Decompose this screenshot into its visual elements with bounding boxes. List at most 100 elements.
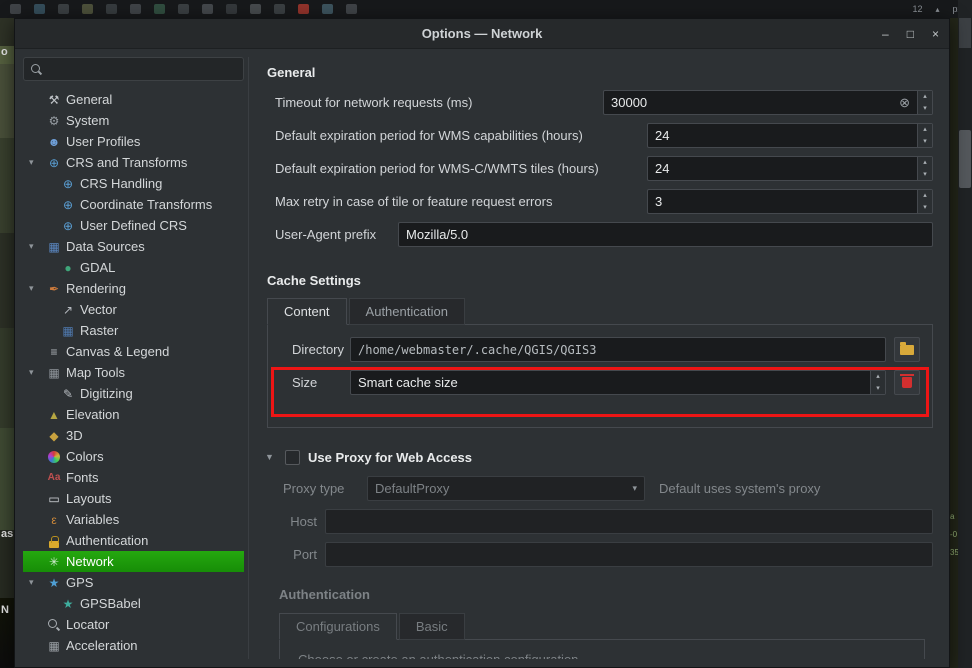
user-agent-input[interactable]: Mozilla/5.0 [398,222,933,247]
toolbar-icon[interactable] [178,4,189,14]
scroll-button[interactable] [959,18,971,48]
close-button[interactable]: × [932,27,939,41]
cache-tabbar: Content Authentication [267,298,933,325]
max-retry-input[interactable]: 3 ▴▾ [647,189,933,214]
lock-icon [45,533,63,549]
toolbar-icon[interactable] [202,4,213,14]
expander-arrow-icon[interactable]: ▾ [29,577,45,588]
cache-size-combo[interactable]: Smart cache size ▴▾ [350,370,886,395]
sidebar-item-colors[interactable]: Colors [23,446,244,467]
tab-authentication[interactable]: Authentication [349,298,465,325]
auth-heading: Authentication [279,587,925,603]
expander-arrow-icon[interactable]: ▾ [29,367,45,378]
sidebar-item-map-tools[interactable]: ▾▦Map Tools [23,362,244,383]
sidebar-item-layouts[interactable]: ▭Layouts [23,488,244,509]
use-proxy-checkbox[interactable] [285,450,300,465]
toolbar-icon[interactable] [226,4,237,14]
sidebar-searchbox[interactable] [23,57,244,81]
sidebar-item-locator[interactable]: Locator [23,614,244,635]
sidebar-item-user-profiles[interactable]: ☻User Profiles [23,131,244,152]
toolbar-icon[interactable] [274,4,285,14]
wms-capabilities-input[interactable]: 24 ▴▾ [647,123,933,148]
tab-basic[interactable]: Basic [399,613,465,640]
timeout-row: Timeout for network requests (ms) 30000 … [275,90,933,115]
spinner-buttons[interactable]: ▴▾ [917,124,932,147]
dialog-titlebar[interactable]: Options — Network – □ × [15,19,949,49]
sidebar-item-gpsbabel[interactable]: ★GPSBabel [23,593,244,614]
toolbar-icon[interactable] [82,4,93,14]
sidebar-item-label: Locator [66,617,109,632]
tab-configurations[interactable]: Configurations [279,613,397,640]
toolbar-icon[interactable] [10,4,21,14]
sidebar-item-label: Network [66,554,114,569]
proxy-port-input[interactable] [325,542,933,567]
maptools-icon: ▦ [45,365,63,381]
expander-arrow-icon[interactable]: ▾ [29,241,45,252]
sidebar-item-crs-and-transforms[interactable]: ▾⊕CRS and Transforms [23,152,244,173]
maximize-button[interactable]: □ [907,27,914,41]
sidebar-item-system[interactable]: ⚙System [23,110,244,131]
clear-cache-button[interactable] [894,370,920,395]
user-agent-value: Mozilla/5.0 [406,227,925,242]
wmts-tiles-input[interactable]: 24 ▴▾ [647,156,933,181]
clear-field-icon[interactable]: ⊗ [899,95,910,111]
sidebar-item-3d[interactable]: ◆3D [23,425,244,446]
sidebar-item-rendering[interactable]: ▾✒Rendering [23,278,244,299]
timeout-input[interactable]: 30000 ⊗ ▴▾ [603,90,933,115]
directory-label: Directory [280,342,342,357]
toolbar-icon[interactable] [130,4,141,14]
sidebar-item-label: Rendering [66,281,126,296]
spinner-buttons[interactable]: ▴▾ [917,157,932,180]
sidebar-item-data-sources[interactable]: ▾▦Data Sources [23,236,244,257]
sidebar-item-gps[interactable]: ▾★GPS [23,572,244,593]
cache-directory-input[interactable]: /home/webmaster/.cache/QGIS/QGIS3 [350,337,886,362]
sidebar-item-raster[interactable]: ▦Raster [23,320,244,341]
sidebar-item-variables[interactable]: εVariables [23,509,244,530]
sidebar-item-label: User Profiles [66,134,140,149]
window-scrollbar[interactable] [958,0,972,668]
table-icon: ▦ [45,239,63,255]
sidebar-item-fonts[interactable]: AaFonts [23,467,244,488]
spinner-buttons[interactable]: ▴▾ [870,371,885,394]
sidebar-item-vector[interactable]: ↗Vector [23,299,244,320]
toolbar-icon[interactable] [346,4,357,14]
sidebar-item-general[interactable]: ⚒General [23,89,244,110]
toolbar-icon[interactable] [154,4,165,14]
toolbar-icon[interactable] [106,4,117,14]
expander-arrow-icon[interactable]: ▾ [29,157,45,168]
spinner-buttons[interactable]: ▴▾ [917,91,932,114]
toolbar-icon-red[interactable] [298,4,309,14]
sidebar-item-label: User Defined CRS [80,218,187,233]
user-agent-row: User-Agent prefix Mozilla/5.0 [275,222,933,247]
max-retry-label: Max retry in case of tile or feature req… [275,194,647,209]
sidebar-item-user-defined-crs[interactable]: ⊕User Defined CRS [23,215,244,236]
toolbar-icon[interactable] [322,4,333,14]
sidebar-item-canvas-legend[interactable]: ≡Canvas & Legend [23,341,244,362]
toolbar-icon[interactable] [250,4,261,14]
toolbar-icon[interactable] [34,4,45,14]
sidebar-item-coordinate-transforms[interactable]: ⊕Coordinate Transforms [23,194,244,215]
cache-directory-row: Directory /home/webmaster/.cache/QGIS/QG… [280,337,920,362]
minimize-button[interactable]: – [882,27,889,41]
proxy-type-combo[interactable]: DefaultProxy ▾ [367,476,645,501]
sidebar-item-crs-handling[interactable]: ⊕CRS Handling [23,173,244,194]
spinner-buttons[interactable]: ▴▾ [917,190,932,213]
vector-icon: ↗ [59,302,77,318]
sidebar-item-network[interactable]: ✳Network [23,551,244,572]
sidebar-item-digitizing[interactable]: ✎Digitizing [23,383,244,404]
tab-content[interactable]: Content [267,298,347,325]
proxy-host-input[interactable] [325,509,933,534]
scrollbar-thumb[interactable] [959,130,971,188]
toolbar-icon[interactable] [58,4,69,14]
options-search-input[interactable] [48,62,237,76]
sidebar-item-label: Variables [66,512,119,527]
collapse-arrow-icon[interactable]: ▼ [265,452,277,462]
sidebar-item-authentication[interactable]: Authentication [23,530,244,551]
sidebar-item-qfield[interactable]: ○QField [23,656,244,659]
sidebar-item-acceleration[interactable]: ▦Acceleration [23,635,244,656]
expander-arrow-icon[interactable]: ▾ [29,283,45,294]
search-icon [30,63,42,75]
sidebar-item-gdal[interactable]: ●GDAL [23,257,244,278]
sidebar-item-elevation[interactable]: ▲Elevation [23,404,244,425]
browse-directory-button[interactable] [894,337,920,362]
